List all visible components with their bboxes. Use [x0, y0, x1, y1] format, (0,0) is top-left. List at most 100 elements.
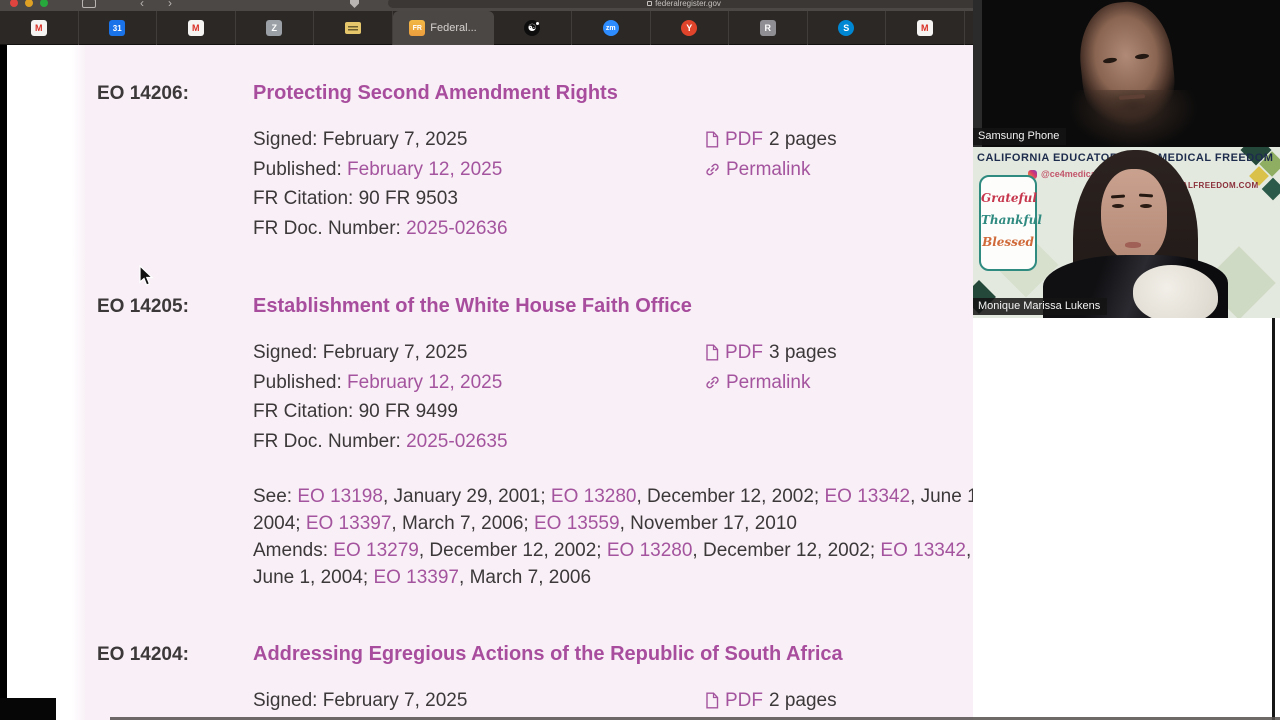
published-date-link[interactable]: February 12, 2025 [347, 159, 502, 180]
citation-line: FR Citation: 90 FR 9499 [253, 401, 458, 422]
pdf-line: PDF 2 pages [705, 686, 837, 716]
dark-logo-icon: ☯ [524, 20, 541, 36]
tab-gmail-3[interactable]: M [886, 11, 965, 45]
participant-name-tag: Samsung Phone [973, 128, 1067, 145]
mouse-cursor [139, 265, 154, 286]
text-segment: , March 7, 2006; [391, 513, 534, 534]
tab-yahoo[interactable]: Y [651, 11, 729, 45]
doc-number-link[interactable]: 2025-02636 [406, 218, 507, 239]
eo-actions: PDF 2 pages Permalink [705, 686, 837, 720]
published-line: Published: February 12, 2025 [253, 371, 503, 393]
eo-details: Signed: February 7, 2025 Published: Febr… [253, 125, 508, 243]
video-tile-samsung-phone[interactable]: Samsung Phone [973, 0, 1280, 147]
zoom-screen-share: ‹ › federalregister.gov M 31 M Z FR Fede… [0, 0, 1280, 720]
bottom-left-mask [0, 698, 56, 720]
pdf-file-icon [706, 131, 719, 148]
see-references-paragraph: See: EO 13198, January 29, 2001; EO 1328… [253, 483, 973, 537]
eo-reference-link[interactable]: EO 13342 [824, 486, 910, 507]
pdf-file-icon [706, 692, 719, 709]
eo-reference-link[interactable]: EO 13397 [306, 513, 392, 534]
amends-references-paragraph: Amends: EO 13279, December 12, 2002; EO … [253, 537, 973, 591]
federal-register-icon: FR [409, 20, 426, 36]
tab-federal-register-label: Federal... [430, 22, 477, 34]
pdf-pages: 2 pages [769, 690, 837, 711]
fullscreen-window-button[interactable] [40, 0, 48, 7]
permalink-line: Permalink [705, 368, 837, 398]
pdf-link[interactable]: PDF [725, 125, 763, 155]
tab-gmail-1[interactable]: M [0, 11, 79, 45]
eo-reference-link[interactable]: EO 13198 [297, 486, 383, 507]
tab-skype[interactable]: S [808, 11, 886, 45]
panel-divider-line [1272, 315, 1275, 720]
skype-icon: S [838, 20, 855, 36]
address-url: federalregister.gov [655, 0, 721, 8]
pdf-file-icon [706, 344, 719, 361]
video-tile-monique-lukens[interactable]: CALIFORNIA EDUCATORS FOR MEDICAL FREEDOM… [973, 147, 1280, 318]
published-line: Published: February 12, 2025 [253, 158, 503, 180]
eo-reference-link[interactable]: EO 13280 [551, 486, 637, 507]
tab-r-app[interactable]: R [729, 11, 808, 45]
permalink-link[interactable]: Permalink [726, 155, 810, 185]
lock-icon [647, 0, 653, 6]
page-left-margin [7, 45, 72, 720]
text-segment: , December 12, 2002; [418, 540, 607, 561]
address-bar[interactable]: federalregister.gov [388, 0, 980, 8]
eo-number-label: EO 14204: [97, 644, 189, 665]
eo-reference-link[interactable]: EO 13279 [333, 540, 419, 561]
eo-number-label: EO 14206: [97, 83, 189, 104]
tab-dark-logo[interactable]: ☯ [494, 11, 572, 45]
tab-z-app[interactable]: Z [236, 11, 314, 45]
close-window-button[interactable] [10, 0, 18, 7]
pdf-pages: 2 pages [769, 129, 837, 150]
back-icon[interactable]: ‹ [140, 0, 144, 9]
text-segment: Amends: [253, 540, 334, 561]
face-detail [1112, 204, 1124, 208]
text-segment: , November 17, 2010 [619, 513, 798, 534]
badge-word: Blessed [982, 235, 1034, 249]
eo-title-link[interactable]: Addressing Egregious Actions of the Repu… [253, 643, 843, 666]
pdf-line: PDF 3 pages [705, 338, 837, 368]
badge-word: Thankful [981, 213, 1042, 227]
pdf-link[interactable]: PDF [725, 338, 763, 368]
eo-reference-link[interactable]: EO 13280 [607, 540, 693, 561]
tab-calendar[interactable]: 31 [79, 11, 157, 45]
text-segment: , December 12, 2002; [636, 486, 825, 507]
eo-details: Signed: February 7, 2025 Published: Febr… [253, 338, 508, 456]
tab-folder[interactable] [314, 11, 393, 45]
sidebar-toggle-icon[interactable] [82, 0, 96, 8]
text-segment: See: [253, 486, 298, 507]
forward-icon[interactable]: › [168, 0, 172, 9]
yahoo-icon: Y [681, 20, 698, 36]
minimize-window-button[interactable] [25, 0, 33, 7]
face-detail [1140, 204, 1152, 208]
text-segment: , December 12, 2002; [692, 540, 881, 561]
eo-reference-link[interactable]: EO 13559 [534, 513, 620, 534]
pdf-line: PDF 2 pages [705, 125, 837, 155]
pdf-link[interactable]: PDF [725, 686, 763, 716]
signed-line: Signed: February 7, 2025 [253, 342, 468, 363]
eo-reference-link[interactable]: EO 13342 [880, 540, 966, 561]
tab-gmail-2[interactable]: M [157, 11, 236, 45]
eo-details: Signed: February 7, 2025 Published: Febr… [253, 686, 502, 720]
face-detail [1125, 242, 1141, 248]
gmail-icon: M [30, 20, 47, 36]
video-edge-strip [973, 0, 982, 147]
gmail-icon: M [187, 20, 204, 36]
eo-actions: PDF 3 pages Permalink [705, 338, 837, 397]
tab-federal-register-active[interactable]: FR Federal... [392, 11, 494, 45]
eo-title-link[interactable]: Establishment of the White House Faith O… [253, 295, 692, 318]
published-date-link[interactable]: February 12, 2025 [347, 372, 502, 393]
tab-zoom[interactable]: zm [572, 11, 651, 45]
badge-word: Grateful [981, 191, 1037, 205]
doc-number-link[interactable]: 2025-02635 [406, 431, 507, 452]
pdf-pages: 3 pages [769, 342, 837, 363]
signed-line: Signed: February 7, 2025 [253, 690, 468, 711]
doc-number-line: FR Doc. Number: 2025-02635 [253, 430, 508, 452]
permalink-link[interactable]: Permalink [726, 368, 810, 398]
eo-title-link[interactable]: Protecting Second Amendment Rights [253, 82, 618, 105]
participant-name-tag: Monique Marissa Lukens [973, 298, 1108, 315]
grateful-thankful-blessed-badge: Grateful Thankful Blessed [979, 175, 1042, 271]
eo-reference-link[interactable]: EO 13397 [373, 567, 459, 588]
folder-icon [344, 22, 361, 34]
shield-icon[interactable] [350, 0, 359, 8]
